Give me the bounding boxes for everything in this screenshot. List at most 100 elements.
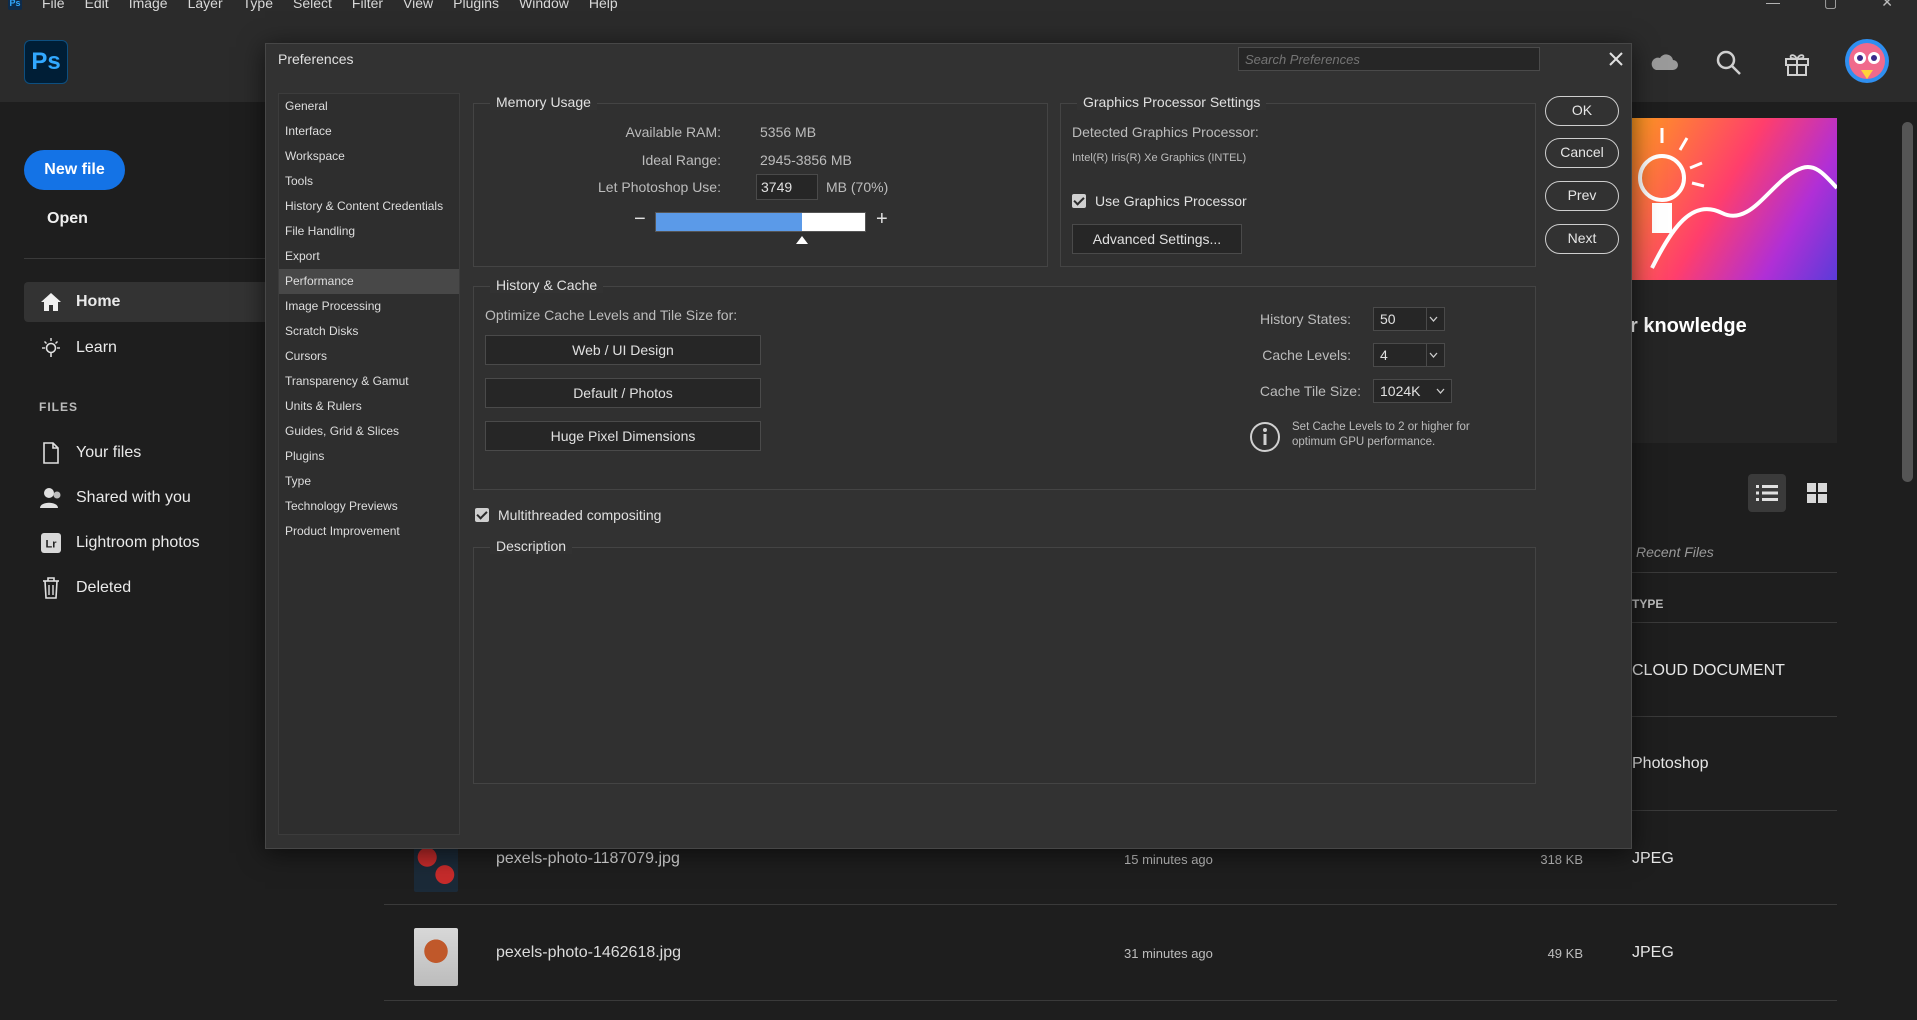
preferences-dialog: Preferences GeneralInterfaceWorkspaceToo…	[265, 43, 1632, 849]
window-controls: — ▢ ✕	[1766, 0, 1893, 11]
nav-learn[interactable]: Learn	[24, 328, 270, 368]
ps-logo: Ps	[24, 40, 68, 84]
menu-item-type[interactable]: Type	[243, 0, 273, 11]
new-file-button[interactable]: New file	[24, 150, 125, 190]
search-icon[interactable]	[1714, 48, 1744, 78]
close-window-icon[interactable]: ✕	[1881, 0, 1893, 11]
nav-shared-with-you[interactable]: Shared with you	[24, 478, 270, 518]
grid-icon	[1807, 483, 1827, 503]
prev-button[interactable]: Prev	[1545, 181, 1619, 211]
detected-gpu-label: Detected Graphics Processor:	[1072, 124, 1259, 140]
pref-nav-image-processing[interactable]: Image Processing	[279, 294, 459, 319]
open-button[interactable]: Open	[47, 210, 88, 228]
pref-nav-transparency-gamut[interactable]: Transparency & Gamut	[279, 369, 459, 394]
file-size: 49 KB	[1547, 946, 1583, 961]
pref-nav-tools[interactable]: Tools	[279, 169, 459, 194]
use-gpu-checkbox[interactable]	[1072, 194, 1086, 208]
cloud-icon[interactable]	[1648, 48, 1678, 78]
close-icon	[1609, 52, 1623, 66]
pref-nav-units-rulers[interactable]: Units & Rulers	[279, 394, 459, 419]
menu-item-select[interactable]: Select	[293, 0, 332, 11]
maximize-icon[interactable]: ▢	[1824, 0, 1837, 11]
history-states-select[interactable]: 50	[1373, 307, 1445, 331]
scrollbar-thumb[interactable]	[1902, 122, 1913, 482]
pref-nav-plugins[interactable]: Plugins	[279, 444, 459, 469]
divider	[384, 1000, 1837, 1001]
nav-shared-label: Shared with you	[76, 489, 191, 506]
pref-nav-performance[interactable]: Performance	[279, 269, 459, 294]
menu-item-file[interactable]: File	[42, 0, 65, 11]
menu-item-layer[interactable]: Layer	[188, 0, 223, 11]
history-cache-title: History & Cache	[490, 277, 604, 293]
memory-increase-button[interactable]: +	[876, 208, 888, 231]
menu-item-help[interactable]: Help	[589, 0, 618, 11]
type-column-header[interactable]: TYPE	[1632, 597, 1663, 611]
memory-slider-handle[interactable]	[796, 236, 808, 244]
cancel-button[interactable]: Cancel	[1545, 138, 1619, 168]
ok-button[interactable]: OK	[1545, 96, 1619, 126]
list-view-button[interactable]	[1748, 474, 1786, 512]
dialog-title: Preferences	[278, 51, 354, 67]
nav-learn-label: Learn	[76, 339, 117, 356]
detected-gpu-value: Intel(R) Iris(R) Xe Graphics (INTEL)	[1072, 152, 1247, 164]
divider	[384, 904, 1837, 905]
chevron-down-icon	[1433, 380, 1447, 402]
menu-item-image[interactable]: Image	[129, 0, 168, 11]
menu-item-filter[interactable]: Filter	[352, 0, 383, 11]
pref-nav-guides-grid-slices[interactable]: Guides, Grid & Slices	[279, 419, 459, 444]
gift-icon[interactable]	[1782, 48, 1812, 78]
history-cache-group: History & Cache Optimize Cache Levels an…	[473, 277, 1536, 490]
lightbulb-icon	[38, 337, 64, 359]
file-modified: 31 minutes ago	[1124, 946, 1213, 961]
pref-nav-interface[interactable]: Interface	[279, 119, 459, 144]
description-title: Description	[490, 538, 573, 554]
web-ui-design-button[interactable]: Web / UI Design	[485, 335, 761, 365]
nav-home[interactable]: Home	[24, 282, 270, 322]
nav-your-files-label: Your files	[76, 444, 142, 461]
nav-your-files[interactable]: Your files	[24, 433, 270, 473]
menu-item-edit[interactable]: Edit	[85, 0, 109, 11]
memory-usage-title: Memory Usage	[490, 94, 597, 110]
pref-nav-general[interactable]: General	[279, 94, 459, 119]
ideal-range-label: Ideal Range:	[641, 152, 721, 168]
memory-slider-track[interactable]	[655, 212, 866, 232]
pref-nav-scratch-disks[interactable]: Scratch Disks	[279, 319, 459, 344]
people-icon	[38, 487, 64, 509]
memory-usage-group: Memory Usage Available RAM: 5356 MB Idea…	[473, 94, 1048, 267]
grid-view-button[interactable]	[1798, 474, 1836, 512]
use-gpu-label: Use Graphics Processor	[1095, 193, 1247, 209]
menu-bar: Ps File Edit Image Layer Type Select Filter Vie…	[0, 0, 1917, 14]
pref-nav-product-improvement[interactable]: Product Improvement	[279, 519, 459, 544]
search-preferences-input[interactable]	[1238, 47, 1540, 71]
pref-nav-technology-previews[interactable]: Technology Previews	[279, 494, 459, 519]
pref-nav-workspace[interactable]: Workspace	[279, 144, 459, 169]
cache-tile-size-select[interactable]: 1024K	[1373, 379, 1452, 403]
pref-nav-type[interactable]: Type	[279, 469, 459, 494]
scrollbar[interactable]	[1898, 102, 1917, 1020]
menu-item-window[interactable]: Window	[519, 0, 569, 11]
nav-lightroom-photos[interactable]: Lr Lightroom photos	[24, 523, 270, 563]
table-row[interactable]: pexels-photo-1462618.jpg 31 minutes ago …	[384, 906, 1837, 998]
default-photos-button[interactable]: Default / Photos	[485, 378, 761, 408]
next-button[interactable]: Next	[1545, 224, 1619, 254]
huge-pixel-dimensions-button[interactable]: Huge Pixel Dimensions	[485, 421, 761, 451]
file-name: pexels-photo-1462618.jpg	[496, 944, 682, 961]
let-photoshop-use-label: Let Photoshop Use:	[598, 179, 721, 195]
dialog-close-button[interactable]	[1603, 46, 1629, 72]
pref-nav-history-content-credentials[interactable]: History & Content Credentials	[279, 194, 459, 219]
menu-item-view[interactable]: View	[403, 0, 433, 11]
menu-item-plugins[interactable]: Plugins	[453, 0, 499, 11]
nav-deleted[interactable]: Deleted	[24, 568, 270, 608]
memory-decrease-button[interactable]: −	[634, 208, 646, 231]
type-cell: Photoshop	[1632, 755, 1709, 772]
pref-nav-export[interactable]: Export	[279, 244, 459, 269]
pref-nav-cursors[interactable]: Cursors	[279, 344, 459, 369]
advanced-settings-button[interactable]: Advanced Settings...	[1072, 224, 1242, 254]
multithreaded-compositing-checkbox[interactable]	[475, 508, 489, 522]
minimize-icon[interactable]: —	[1766, 0, 1780, 11]
memory-amount-input[interactable]	[756, 174, 818, 200]
info-text-line1: Set Cache Levels to 2 or higher for	[1292, 421, 1470, 433]
cache-levels-select[interactable]: 4	[1373, 343, 1445, 367]
avatar[interactable]	[1844, 38, 1890, 84]
pref-nav-file-handling[interactable]: File Handling	[279, 219, 459, 244]
